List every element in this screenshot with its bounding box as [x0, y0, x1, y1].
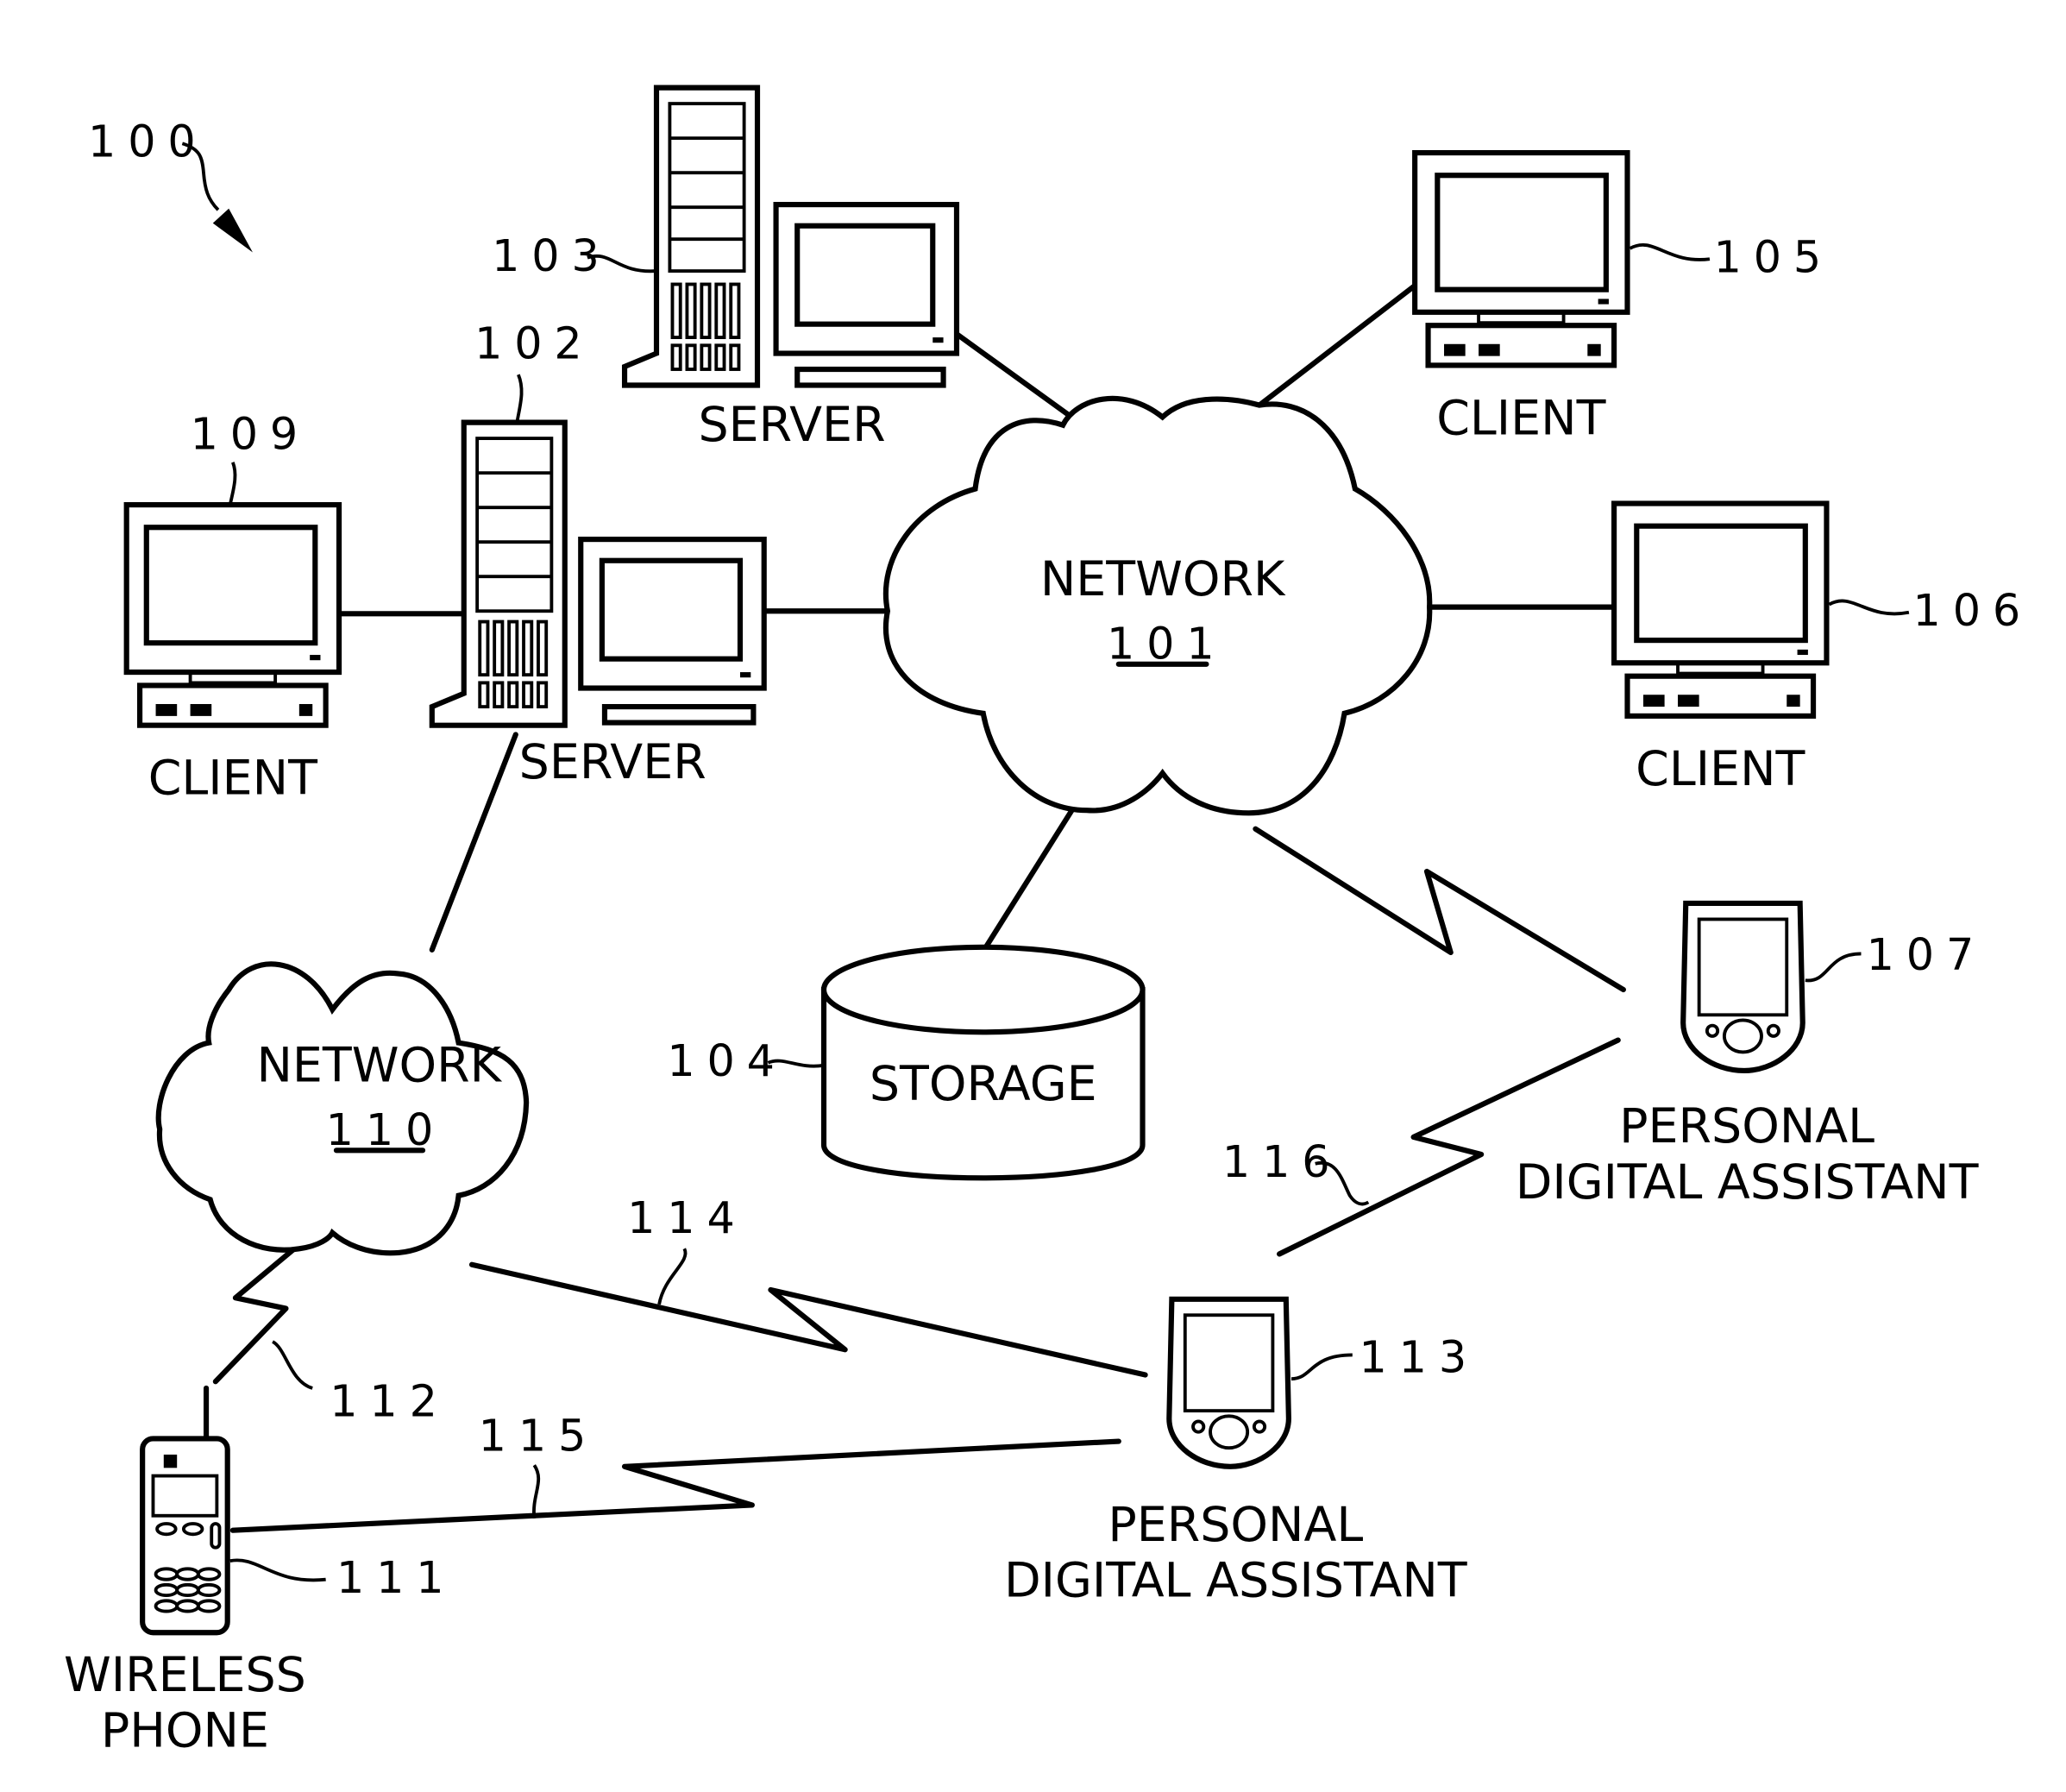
drive-bay — [190, 704, 212, 716]
monitor-base — [794, 366, 946, 388]
drive-bay — [1444, 343, 1466, 356]
client-106: CLIENT 106 — [1611, 500, 2033, 797]
storage-cylinder-top — [820, 944, 1146, 1035]
drive-bay — [298, 704, 313, 716]
arrow-icon — [212, 208, 253, 253]
network-110-cloud: NETWORK 110 — [155, 961, 530, 1256]
power-led-icon — [740, 672, 751, 678]
storage-label: STORAGE — [870, 1057, 1097, 1112]
server-102: 102 SERVER — [429, 318, 767, 790]
power-led-icon — [310, 655, 321, 661]
pda-113-ref-leader — [1290, 1353, 1353, 1381]
pda-107-label-line2: DIGITAL ASSISTANT — [1516, 1155, 1979, 1210]
network-101-cloud: NETWORK 101 — [882, 395, 1433, 816]
link-server103-network101 — [951, 329, 1077, 422]
power-led-icon — [933, 337, 944, 343]
client-109: CLIENT 109 — [123, 408, 342, 807]
pda-113-label-line1: PERSONAL — [1108, 1498, 1363, 1553]
network-101-label: NETWORK — [1040, 552, 1286, 607]
wireless-112-ref: 112 — [271, 1340, 449, 1426]
phone-111-ref-leader — [229, 1558, 326, 1582]
client-109-ref: 109 — [191, 408, 311, 459]
server-103: 103 SERVER — [492, 85, 960, 453]
wireless-114-ref-label: 114 — [627, 1192, 747, 1243]
wireless-112-ref-leader — [271, 1340, 313, 1390]
wireless-112-ref-label: 112 — [330, 1375, 449, 1426]
server-103-label: SERVER — [699, 398, 886, 453]
client-109-ref-leader — [228, 462, 237, 506]
server-103-monitor — [773, 202, 960, 388]
figure-ref-label: 100 — [88, 116, 208, 167]
link-server102-network110 — [429, 732, 518, 953]
power-led-icon — [1598, 299, 1609, 305]
figure-ref-100: 100 — [88, 116, 253, 253]
phone-111-label-line1: WIRELESS — [64, 1648, 306, 1703]
pda-icon — [1166, 1296, 1291, 1469]
pda-113: PERSONAL DIGITAL ASSISTANT 113 — [1004, 1296, 1479, 1609]
monitor-screen — [599, 557, 744, 662]
wireless-116-ref: 116 — [1222, 1136, 1370, 1206]
client-105-ref: 105 — [1714, 232, 1834, 283]
wireless-link-115 — [229, 1438, 1121, 1533]
pda-107-ref-leader — [1805, 952, 1862, 983]
pda-icon — [1680, 900, 1805, 1074]
pda-107-label-line1: PERSONAL — [1619, 1099, 1874, 1154]
server-tower-icon — [429, 419, 568, 728]
client-106-label: CLIENT — [1636, 742, 1805, 797]
pda-107-ref: 107 — [1867, 929, 1987, 980]
client-105-ref-leader — [1629, 242, 1711, 261]
wireless-114-ref: 114 — [627, 1192, 747, 1305]
wireless-115-ref-leader — [532, 1464, 541, 1519]
storage-104: STORAGE 104 — [667, 944, 1146, 1181]
monitor-screen — [1435, 173, 1609, 292]
server-102-ref: 102 — [474, 318, 594, 369]
drive-bay — [1678, 695, 1699, 707]
wireless-115-ref-label: 115 — [479, 1410, 599, 1461]
drive-bay — [1787, 695, 1800, 707]
drive-bay — [155, 704, 178, 716]
wireless-link-114 — [468, 1261, 1148, 1378]
client-105: CLIENT 105 — [1412, 149, 1834, 446]
server-102-monitor — [578, 537, 767, 726]
link-client105-network101 — [1239, 282, 1418, 422]
drive-bay — [1587, 343, 1601, 356]
monitor-screen — [1634, 523, 1808, 644]
pda-113-label-line2: DIGITAL ASSISTANT — [1004, 1554, 1467, 1609]
phone-111-ref: 111 — [336, 1552, 456, 1603]
phone-111: WIRELESS PHONE 111 — [64, 1385, 456, 1759]
client-109-label: CLIENT — [148, 751, 317, 807]
client-105-label: CLIENT — [1436, 391, 1605, 446]
monitor-screen — [794, 223, 936, 327]
phone-speaker — [163, 1454, 178, 1468]
server-102-label: SERVER — [519, 735, 706, 790]
phone-111-label-line2: PHONE — [101, 1704, 269, 1759]
monitor-base — [601, 704, 757, 726]
client-106-ref-leader — [1828, 599, 1910, 616]
network-diagram: 100 NETWORK 101 NETWORK 110 STORAGE 104 … — [64, 85, 2033, 1759]
network-110-label: NETWORK — [256, 1038, 502, 1093]
link-storage104-network101 — [983, 805, 1077, 950]
server-102-ref-leader — [515, 374, 524, 423]
server-tower-icon — [621, 85, 761, 388]
monitor-screen — [143, 525, 318, 646]
power-led-icon — [1797, 649, 1808, 656]
client-106-ref: 106 — [1913, 585, 2033, 636]
drive-bay — [1642, 695, 1665, 707]
wireless-115-ref: 115 — [479, 1410, 599, 1519]
wireless-114-ref-leader — [657, 1248, 688, 1305]
wireless-link-network101-pda107 — [1253, 826, 1626, 993]
pda-113-ref: 113 — [1359, 1331, 1479, 1382]
drive-bay — [1479, 343, 1500, 356]
